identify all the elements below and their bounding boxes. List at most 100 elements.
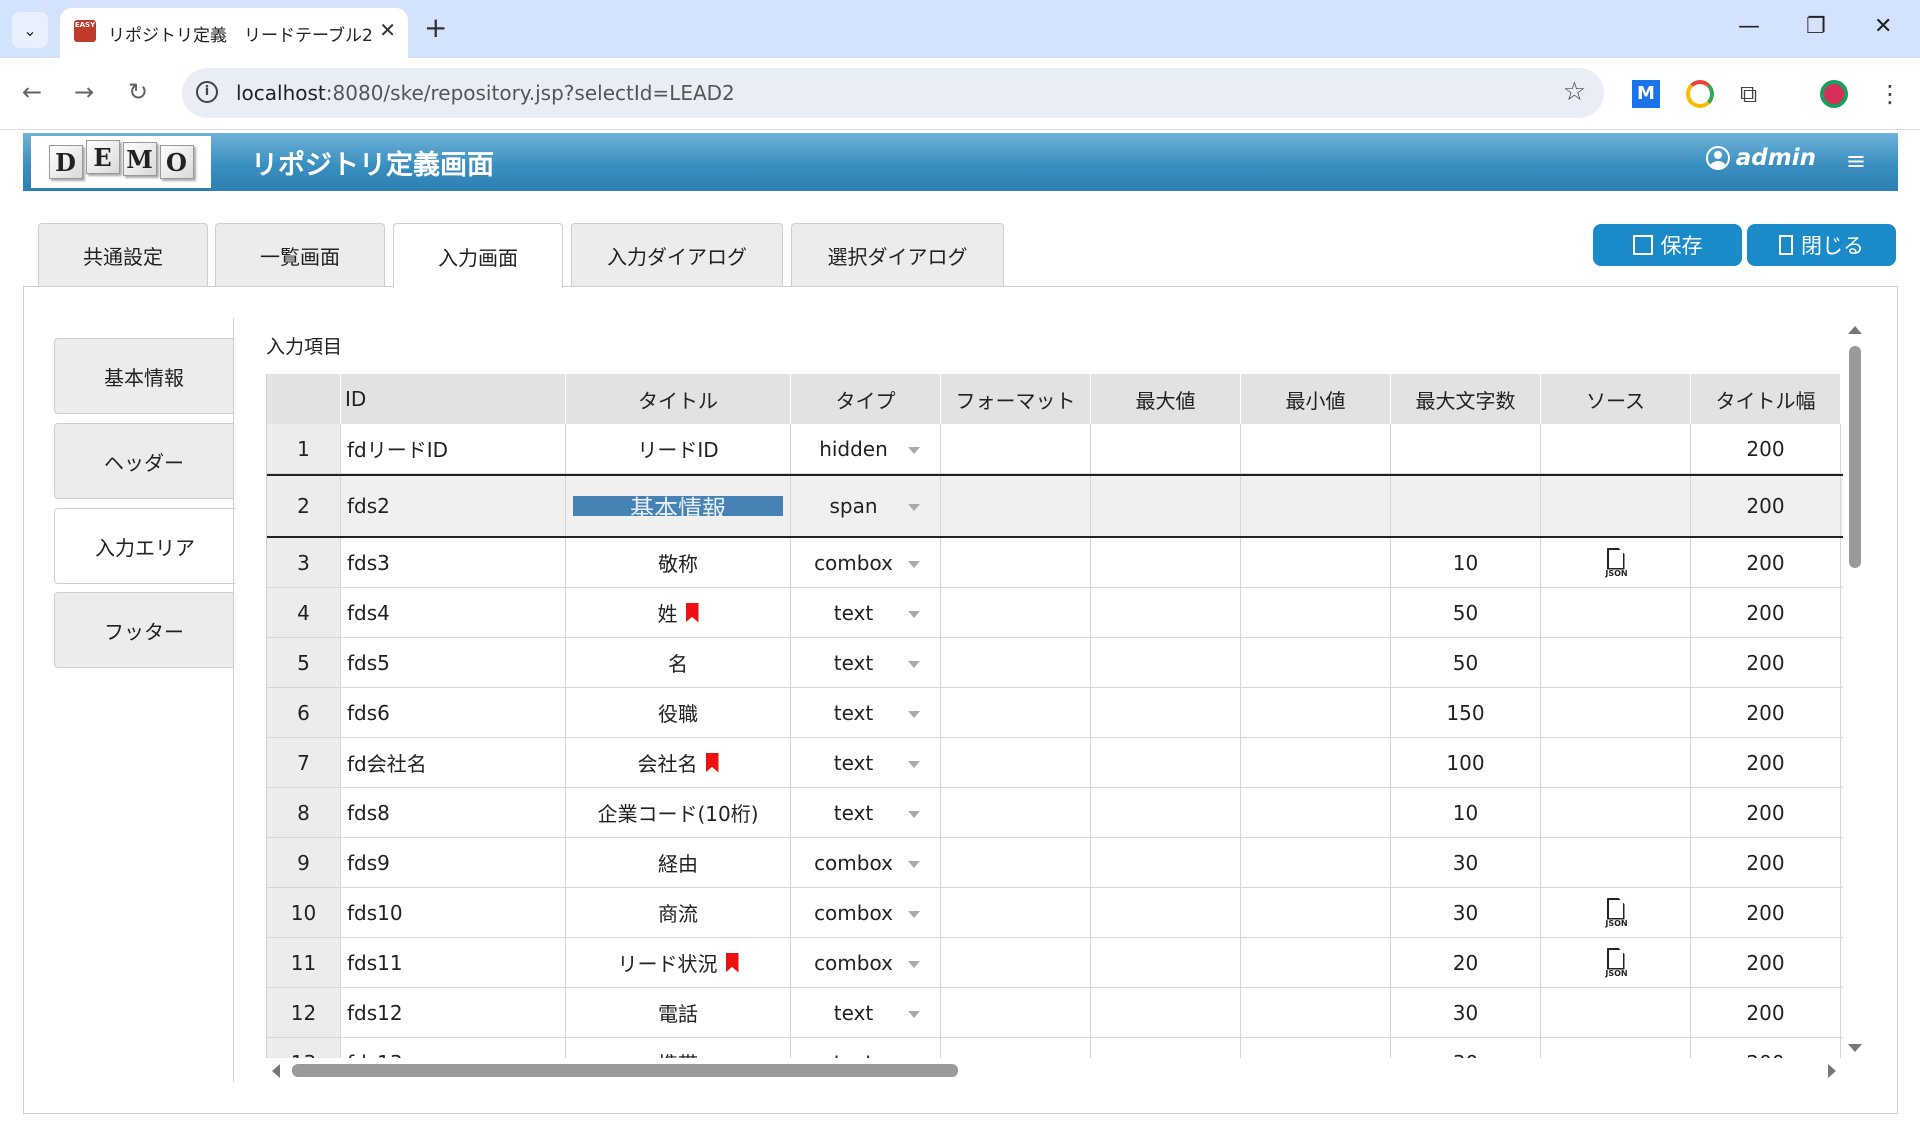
cell-min-value[interactable] [1241, 838, 1391, 887]
cell-title[interactable]: 基本情報 [566, 476, 791, 536]
cell-format[interactable] [941, 1038, 1091, 1058]
cell-format[interactable] [941, 888, 1091, 937]
table-row[interactable]: 12 fds12 電話 text 30 200 [267, 988, 1843, 1038]
cell-id[interactable]: fds10 [341, 888, 566, 937]
table-row[interactable]: 6 fds6 役職 text 150 200 [267, 688, 1843, 738]
cell-max-value[interactable] [1091, 688, 1241, 737]
cell-min-value[interactable] [1241, 538, 1391, 587]
cell-min-value[interactable] [1241, 988, 1391, 1037]
cell-format[interactable] [941, 588, 1091, 637]
cell-source[interactable] [1541, 988, 1691, 1037]
cell-source[interactable] [1541, 424, 1691, 473]
vertical-scrollbar[interactable] [1849, 346, 1861, 568]
site-info-icon[interactable]: i [196, 81, 218, 103]
sidetab-footer[interactable]: フッター [54, 592, 233, 668]
cell-format[interactable] [941, 988, 1091, 1037]
column-header-title[interactable]: タイトル [566, 374, 791, 424]
cell-title[interactable]: 企業コード(10桁) [566, 788, 791, 837]
cell-max-value[interactable] [1091, 938, 1241, 987]
cell-format[interactable] [941, 424, 1091, 473]
cell-format[interactable] [941, 938, 1091, 987]
table-row[interactable]: 1 fdリードID リードID hidden 200 [267, 424, 1843, 474]
extension-colorwheel-icon[interactable] [1686, 80, 1714, 108]
cell-format[interactable] [941, 538, 1091, 587]
cell-format[interactable] [941, 638, 1091, 687]
cell-title[interactable]: 会社名 [566, 738, 791, 787]
scroll-left-icon[interactable] [272, 1064, 280, 1078]
cell-title-width[interactable]: 200 [1691, 938, 1841, 987]
dropdown-caret-icon[interactable] [908, 960, 920, 968]
cell-max-length[interactable]: 30 [1391, 888, 1541, 937]
cell-id[interactable]: fds9 [341, 838, 566, 887]
browser-tab[interactable]: EASY リポジトリ定義 リードテーブル2 ✕ [60, 8, 408, 58]
column-header-min-value[interactable]: 最小値 [1241, 374, 1391, 424]
sidetab-header[interactable]: ヘッダー [54, 423, 233, 499]
cell-title-width[interactable]: 200 [1691, 738, 1841, 787]
table-row[interactable]: 8 fds8 企業コード(10桁) text 10 200 [267, 788, 1843, 838]
forward-icon[interactable]: → [74, 78, 94, 106]
cell-id[interactable]: fds12 [341, 988, 566, 1037]
table-row[interactable]: 7 fd会社名 会社名 text 100 200 [267, 738, 1843, 788]
cell-title[interactable]: 商流 [566, 888, 791, 937]
save-button[interactable]: 保存 [1593, 224, 1742, 266]
cell-type[interactable]: text [791, 1038, 941, 1058]
cell-title-width[interactable]: 200 [1691, 588, 1841, 637]
table-row[interactable]: 10 fds10 商流 combox 30 JSON 200 [267, 888, 1843, 938]
json-file-icon[interactable]: JSON [1603, 947, 1629, 978]
url-text[interactable]: localhost:8080/ske/repository.jsp?select… [236, 81, 735, 105]
cell-max-length[interactable]: 20 [1391, 938, 1541, 987]
tab-list-screen[interactable]: 一覧画面 [215, 223, 385, 287]
horizontal-scrollbar[interactable] [292, 1064, 958, 1077]
cell-max-length[interactable] [1391, 476, 1541, 536]
scroll-right-icon[interactable] [1828, 1064, 1836, 1078]
cell-title-width[interactable]: 200 [1691, 788, 1841, 837]
dropdown-caret-icon[interactable] [908, 610, 920, 618]
table-row[interactable]: 13 fds13 携帯 text 30 200 [267, 1038, 1843, 1058]
tab-common-settings[interactable]: 共通設定 [38, 223, 208, 287]
cell-min-value[interactable] [1241, 888, 1391, 937]
cell-type[interactable]: text [791, 588, 941, 637]
json-file-icon[interactable]: JSON [1603, 547, 1629, 578]
cell-max-length[interactable]: 50 [1391, 638, 1541, 687]
table-row[interactable]: 11 fds11 リード状況 combox 20 JSON 200 [267, 938, 1843, 988]
cell-max-length[interactable]: 150 [1391, 688, 1541, 737]
cell-max-length[interactable]: 10 [1391, 538, 1541, 587]
table-row[interactable]: 9 fds9 経由 combox 30 200 [267, 838, 1843, 888]
cell-title-width[interactable]: 200 [1691, 1038, 1841, 1058]
cell-id[interactable]: fds11 [341, 938, 566, 987]
cell-max-value[interactable] [1091, 838, 1241, 887]
cell-title-width[interactable]: 200 [1691, 476, 1841, 536]
dropdown-caret-icon[interactable] [908, 760, 920, 768]
profile-avatar[interactable] [1820, 80, 1848, 108]
cell-min-value[interactable] [1241, 938, 1391, 987]
cell-max-length[interactable]: 30 [1391, 838, 1541, 887]
cell-source[interactable] [1541, 838, 1691, 887]
table-row[interactable]: 5 fds5 名 text 50 200 [267, 638, 1843, 688]
tab-input-dialog[interactable]: 入力ダイアログ [571, 223, 783, 287]
table-row[interactable]: 4 fds4 姓 text 50 200 [267, 588, 1843, 638]
cell-id[interactable]: fds3 [341, 538, 566, 587]
cell-type[interactable]: combox [791, 938, 941, 987]
cell-min-value[interactable] [1241, 738, 1391, 787]
cell-format[interactable] [941, 688, 1091, 737]
cell-type[interactable]: text [791, 988, 941, 1037]
cell-id[interactable]: fds5 [341, 638, 566, 687]
browser-menu-icon[interactable]: ⋮ [1876, 80, 1904, 108]
cell-id[interactable]: fds2 [341, 476, 566, 536]
cell-source[interactable]: JSON [1541, 938, 1691, 987]
input-items-grid[interactable]: ID タイトル タイプ フォーマット 最大値 最小値 最大文字数 ソース タイトル幅 1 fdリード… [266, 374, 1843, 1058]
cell-min-value[interactable] [1241, 588, 1391, 637]
cell-max-value[interactable] [1091, 888, 1241, 937]
cell-title[interactable]: 経由 [566, 838, 791, 887]
cell-format[interactable] [941, 788, 1091, 837]
cell-title-width[interactable]: 200 [1691, 888, 1841, 937]
cell-max-length[interactable]: 30 [1391, 988, 1541, 1037]
hamburger-menu-icon[interactable]: ≡ [1846, 147, 1866, 175]
address-bar[interactable]: i localhost:8080/ske/repository.jsp?sele… [182, 68, 1604, 118]
cell-source[interactable]: JSON [1541, 538, 1691, 587]
cell-max-value[interactable] [1091, 1038, 1241, 1058]
cell-type[interactable]: text [791, 788, 941, 837]
cell-max-length[interactable] [1391, 424, 1541, 473]
bookmark-star-icon[interactable]: ☆ [1563, 77, 1586, 107]
tab-search-button[interactable]: ⌄ [12, 12, 48, 48]
